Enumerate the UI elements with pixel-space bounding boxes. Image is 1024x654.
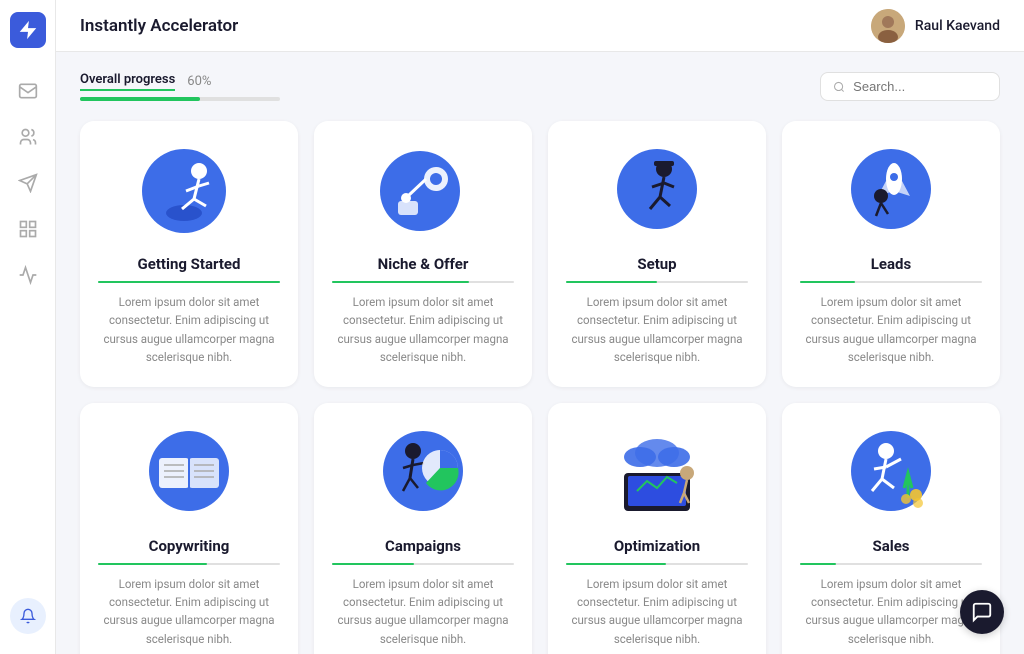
card-setup[interactable]: Setup Lorem ipsum dolor sit amet consect…: [548, 121, 766, 387]
user-profile[interactable]: Raul Kaevand: [871, 9, 1000, 43]
card-title: Sales: [872, 537, 909, 555]
card-illustration-sales: [836, 423, 946, 523]
card-niche-offer[interactable]: Niche & Offer Lorem ipsum dolor sit amet…: [314, 121, 532, 387]
card-illustration-optimization: [602, 423, 712, 523]
header: Instantly Accelerator Raul Kaevand: [56, 0, 1024, 52]
users-icon: [18, 127, 38, 147]
card-copywriting[interactable]: Copywriting Lorem ipsum dolor sit amet c…: [80, 403, 298, 654]
email-icon: [18, 81, 38, 101]
card-description: Lorem ipsum dolor sit amet consectetur. …: [800, 293, 982, 367]
grid-icon: [18, 219, 38, 239]
main-panel: Instantly Accelerator Raul Kaevand Overa…: [56, 0, 1024, 654]
sidebar-item-email[interactable]: [9, 72, 47, 110]
card-divider: [800, 281, 982, 283]
sidebar-item-chart[interactable]: [9, 256, 47, 294]
card-description: Lorem ipsum dolor sit amet consectetur. …: [98, 293, 280, 367]
progress-fill: [80, 97, 200, 101]
card-illustration-campaigns: [368, 423, 478, 523]
card-grid: Getting Started Lorem ipsum dolor sit am…: [80, 121, 1000, 654]
search-icon: [833, 80, 845, 94]
sidebar-item-send[interactable]: [9, 164, 47, 202]
card-title: Campaigns: [385, 537, 461, 555]
chat-button[interactable]: [960, 590, 1004, 634]
progress-left: Overall progress 60%: [80, 72, 280, 101]
card-divider: [566, 563, 748, 565]
card-divider: [98, 281, 280, 283]
card-leads[interactable]: Leads Lorem ipsum dolor sit amet consect…: [782, 121, 1000, 387]
card-title: Setup: [637, 255, 676, 273]
user-name: Raul Kaevand: [915, 18, 1000, 34]
card-description: Lorem ipsum dolor sit amet consectetur. …: [98, 575, 280, 649]
card-illustration-niche: [368, 141, 478, 241]
card-divider: [566, 281, 748, 283]
card-campaigns[interactable]: Campaigns Lorem ipsum dolor sit amet con…: [314, 403, 532, 654]
card-title: Copywriting: [149, 537, 230, 555]
card-divider: [332, 281, 514, 283]
card-title: Getting Started: [138, 255, 241, 273]
card-title: Optimization: [614, 537, 700, 555]
sidebar-item-users[interactable]: [9, 118, 47, 156]
card-illustration-copywriting: [134, 423, 244, 523]
content-area: Overall progress 60%: [56, 52, 1024, 654]
app-title: Instantly Accelerator: [80, 16, 238, 36]
card-illustration-leads: [836, 141, 946, 241]
card-description: Lorem ipsum dolor sit amet consectetur. …: [332, 293, 514, 367]
bell-icon: [20, 608, 36, 624]
sidebar: [0, 0, 56, 654]
search-box[interactable]: [820, 72, 1000, 101]
chat-icon: [971, 601, 993, 623]
avatar-image: [871, 9, 905, 43]
sidebar-item-grid[interactable]: [9, 210, 47, 248]
progress-section: Overall progress 60%: [80, 72, 1000, 101]
progress-label: Overall progress: [80, 72, 175, 91]
card-title: Leads: [871, 255, 911, 273]
card-illustration-getting-started: [134, 141, 244, 241]
app-logo[interactable]: [10, 12, 46, 48]
bolt-icon: [17, 19, 39, 41]
progress-percentage: 60%: [187, 74, 211, 89]
card-description: Lorem ipsum dolor sit amet consectetur. …: [332, 575, 514, 649]
card-title: Niche & Offer: [378, 255, 469, 273]
card-description: Lorem ipsum dolor sit amet consectetur. …: [566, 575, 748, 649]
card-illustration-setup: [602, 141, 712, 241]
chart-icon: [18, 265, 38, 285]
notification-bell[interactable]: [10, 598, 46, 634]
search-input[interactable]: [853, 79, 987, 94]
card-divider: [332, 563, 514, 565]
progress-label-row: Overall progress 60%: [80, 72, 280, 91]
card-getting-started[interactable]: Getting Started Lorem ipsum dolor sit am…: [80, 121, 298, 387]
send-icon: [18, 173, 38, 193]
card-optimization[interactable]: Optimization Lorem ipsum dolor sit amet …: [548, 403, 766, 654]
card-divider: [98, 563, 280, 565]
card-description: Lorem ipsum dolor sit amet consectetur. …: [800, 575, 982, 649]
card-description: Lorem ipsum dolor sit amet consectetur. …: [566, 293, 748, 367]
progress-bar: [80, 97, 280, 101]
avatar: [871, 9, 905, 43]
card-divider: [800, 563, 982, 565]
